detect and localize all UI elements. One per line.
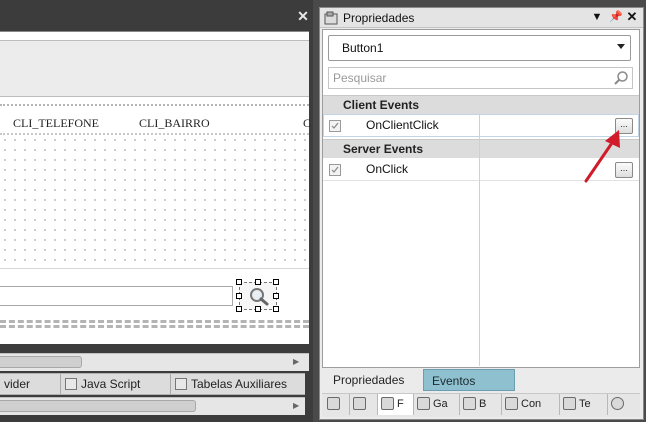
tool-tab-gallery[interactable]: Ga [414,394,460,415]
grid-band [0,100,309,106]
table-icon [175,378,187,390]
property-name: OnClick [366,162,409,176]
resize-handle[interactable] [255,279,261,285]
grid-area[interactable] [0,133,309,265]
canvas-header-strip [0,40,309,97]
object-select-value: Button1 [342,41,384,55]
dropdown-icon[interactable]: ▼ [591,10,603,24]
tool-tab-te[interactable]: Te [560,394,608,415]
column-header-bairro[interactable]: CLI_BAIRRO [139,116,210,131]
scroll-right-icon[interactable]: ▶ [293,401,303,411]
tab-eventos[interactable]: Eventos [423,369,515,391]
resize-handle[interactable] [255,306,261,312]
globe-icon [611,397,624,410]
connection-icon [505,397,518,410]
search-placeholder: Pesquisar [333,71,387,85]
tool-tab-label: Con [521,398,542,410]
resize-handle[interactable] [236,279,242,285]
properties-icon [324,11,338,25]
tab-label: Tabelas Auxiliares [191,377,288,391]
tab-javascript[interactable]: Java Script [60,374,168,394]
checkbox-icon[interactable] [329,120,341,132]
tool-tab-web[interactable] [608,394,638,415]
tab-label: vider [4,377,31,391]
database-icon [463,397,476,410]
tool-tab-tools[interactable] [350,394,378,415]
resize-handle[interactable] [273,293,279,299]
category-label: Client Events [343,98,420,112]
column-header-next[interactable]: C [303,116,311,131]
tool-tab-label: Ga [433,398,448,410]
scrollbar-thumb[interactable] [0,356,82,368]
annotation-arrow-icon [584,130,620,183]
close-icon[interactable]: ✕ [296,9,310,23]
tool-tab-toolbox[interactable] [324,394,350,415]
checkbox-icon[interactable] [329,164,341,176]
resize-handle[interactable] [273,306,279,312]
scroll-right-icon[interactable]: ▶ [293,357,303,367]
template-icon [563,397,576,410]
close-icon[interactable]: ✕ [626,10,638,24]
tool-tab-label: F [397,398,404,410]
category-client-events[interactable]: Client Events [323,95,639,114]
wrench-icon [353,397,366,410]
properties-icon [381,397,394,410]
magnifier-icon [250,288,269,306]
tool-tab-label: Te [579,398,591,410]
divider [0,268,309,269]
tool-tab-label: B [479,398,487,410]
tab-propriedades[interactable]: Propriedades [323,369,423,391]
property-name: OnClientClick [366,118,439,132]
tab-label: Java Script [81,377,141,391]
column-header-telefone[interactable]: CLI_TELEFONE [13,116,99,131]
tool-tab-b[interactable]: B [460,394,502,415]
tool-tab-con[interactable]: Con [502,394,560,415]
resize-handle[interactable] [273,279,279,285]
pin-icon[interactable]: 📌 [609,10,623,24]
scrollbar-thumb[interactable] [0,400,196,412]
panel-title: Propriedades [343,11,415,25]
gallery-icon [417,397,430,410]
column-divider[interactable] [479,115,480,366]
band-separator [0,320,309,328]
resize-handle[interactable] [236,293,242,299]
search-icon[interactable] [613,70,629,86]
chevron-down-icon[interactable] [617,44,625,49]
resize-handle[interactable] [236,306,242,312]
tab-tabelas-auxiliares[interactable]: Tabelas Auxiliares [170,374,305,394]
tool-tab-properties[interactable]: F [378,394,414,415]
tab-provider[interactable]: vider [0,374,58,394]
designer-textbox[interactable] [0,286,233,306]
puzzle-icon [327,397,340,410]
javascript-icon [65,378,77,390]
